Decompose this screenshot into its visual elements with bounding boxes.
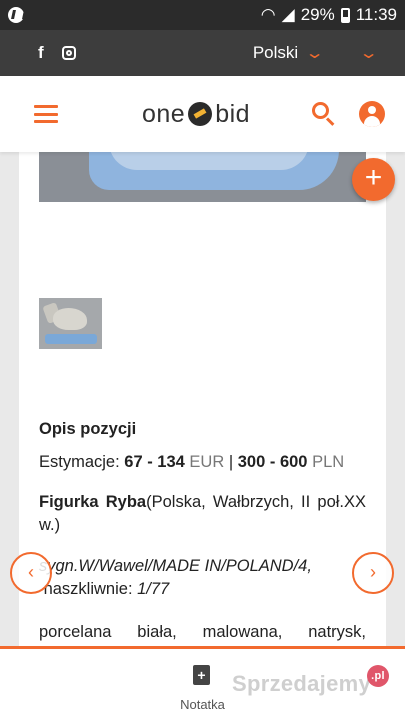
language-label: Polski <box>252 43 299 62</box>
signal-icon: ◢ <box>281 5 295 24</box>
top-bar: f Polski ⌄ ⌄ <box>0 30 405 76</box>
next-item-button[interactable]: › <box>352 552 394 594</box>
chevron-down-icon: ⌄ <box>304 45 325 62</box>
clock: 11:39 <box>355 5 397 24</box>
battery-icon <box>340 7 350 23</box>
item-main-photo[interactable] <box>39 152 366 202</box>
user-account-icon[interactable] <box>359 101 385 127</box>
add-plus-button[interactable]: + <box>352 158 395 201</box>
chevron-down-icon[interactable]: ⌄ <box>358 43 378 63</box>
battery-percent: 29% <box>300 5 335 24</box>
watermark: Sprzedajemy.pl <box>232 665 390 697</box>
bottom-bar: + Notatka Sprzedajemy.pl <box>0 646 405 720</box>
search-icon[interactable] <box>311 101 337 127</box>
item-description-material: porcelana biała, malowana, natrysk, <box>39 623 366 641</box>
language-selector[interactable]: Polski ⌄ <box>252 43 325 63</box>
logo-text-right: bid <box>215 99 251 128</box>
item-card: Opis pozycji Estymacje: 67 - 134 EUR | 3… <box>19 152 386 650</box>
previous-item-button[interactable]: ‹ <box>10 552 52 594</box>
note-label[interactable]: Notatka <box>0 697 405 712</box>
logo-gavel-icon <box>188 102 213 126</box>
menu-icon[interactable] <box>34 105 58 123</box>
item-description-title: Figurka Ryba(Polska, Wałbrzych, II poł.X… <box>39 493 367 534</box>
section-title: Opis pozycji <box>39 420 137 438</box>
item-thumbnail[interactable] <box>39 298 102 349</box>
item-description-mark: sygn.W/Wawel/MADE IN/POLAND/4, naszkliwn… <box>39 557 312 598</box>
facebook-icon[interactable]: f <box>38 43 44 63</box>
note-add-icon[interactable]: + <box>193 665 210 685</box>
watermark-badge: .pl <box>367 665 390 687</box>
app-notification-icon <box>8 7 24 23</box>
site-header: one bid <box>0 76 405 152</box>
logo-text-left: one <box>142 99 186 128</box>
instagram-icon[interactable] <box>61 46 76 60</box>
wifi-icon: ◠ <box>260 5 276 24</box>
estimate-line: Estymacje: 67 - 134 EUR | 300 - 600 PLN <box>39 453 345 471</box>
status-bar: ◠ ◢ 29% 11:39 <box>0 0 405 30</box>
onebid-logo[interactable]: one bid <box>142 100 250 129</box>
